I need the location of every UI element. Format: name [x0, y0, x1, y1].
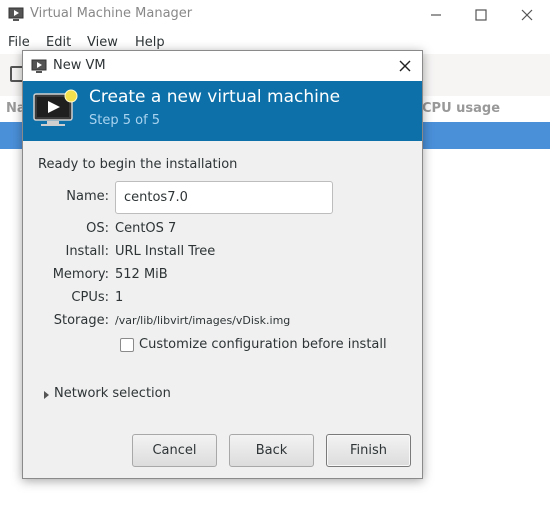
- customize-checkbox[interactable]: [120, 338, 134, 352]
- menu-help[interactable]: Help: [135, 35, 165, 50]
- storage-label: Storage:: [53, 313, 109, 328]
- main-window-title: Virtual Machine Manager: [30, 6, 193, 21]
- install-value: URL Install Tree: [115, 244, 216, 259]
- minimize-icon[interactable]: [426, 5, 446, 25]
- network-selection-label: Network selection: [54, 386, 171, 401]
- column-cpu-header[interactable]: CPU usage: [422, 101, 500, 116]
- back-button[interactable]: Back: [229, 434, 314, 467]
- maximize-icon[interactable]: [471, 5, 491, 25]
- os-value: CentOS 7: [115, 221, 177, 236]
- wizard-banner: Create a new virtual machine Step 5 of 5: [23, 81, 422, 141]
- customize-label[interactable]: Customize configuration before install: [139, 337, 387, 352]
- vm-monitor-icon: [8, 7, 24, 21]
- memory-value: 512 MiB: [115, 267, 168, 282]
- memory-label: Memory:: [52, 267, 109, 282]
- expander-arrow-icon: [43, 389, 51, 399]
- name-field[interactable]: [115, 181, 333, 214]
- vm-monitor-icon: [31, 59, 47, 73]
- cpus-label: CPUs:: [71, 290, 109, 305]
- dialog-titlebar: New VM: [23, 51, 422, 81]
- name-label: Name:: [66, 189, 109, 204]
- menu-view[interactable]: View: [87, 35, 118, 50]
- menu-edit[interactable]: Edit: [46, 35, 71, 50]
- menu-file[interactable]: File: [8, 35, 30, 50]
- cpus-value: 1: [115, 290, 124, 305]
- os-label: OS:: [86, 221, 109, 236]
- finish-button[interactable]: Finish: [326, 434, 411, 467]
- install-label: Install:: [65, 244, 109, 259]
- dialog-title: New VM: [53, 58, 106, 73]
- new-vm-dialog: New VM Create a new virtual machine Step…: [22, 50, 423, 479]
- step-indicator: Step 5 of 5: [89, 113, 161, 128]
- cancel-button[interactable]: Cancel: [132, 434, 217, 467]
- close-icon[interactable]: [395, 56, 415, 76]
- ready-heading: Ready to begin the installation: [38, 157, 238, 172]
- banner-title: Create a new virtual machine: [89, 87, 341, 107]
- new-vm-monitor-icon: [31, 89, 79, 129]
- close-icon[interactable]: [517, 5, 537, 25]
- main-window-titlebar: Virtual Machine Manager: [0, 0, 550, 30]
- storage-value: /var/lib/libvirt/images/vDisk.img: [115, 314, 291, 327]
